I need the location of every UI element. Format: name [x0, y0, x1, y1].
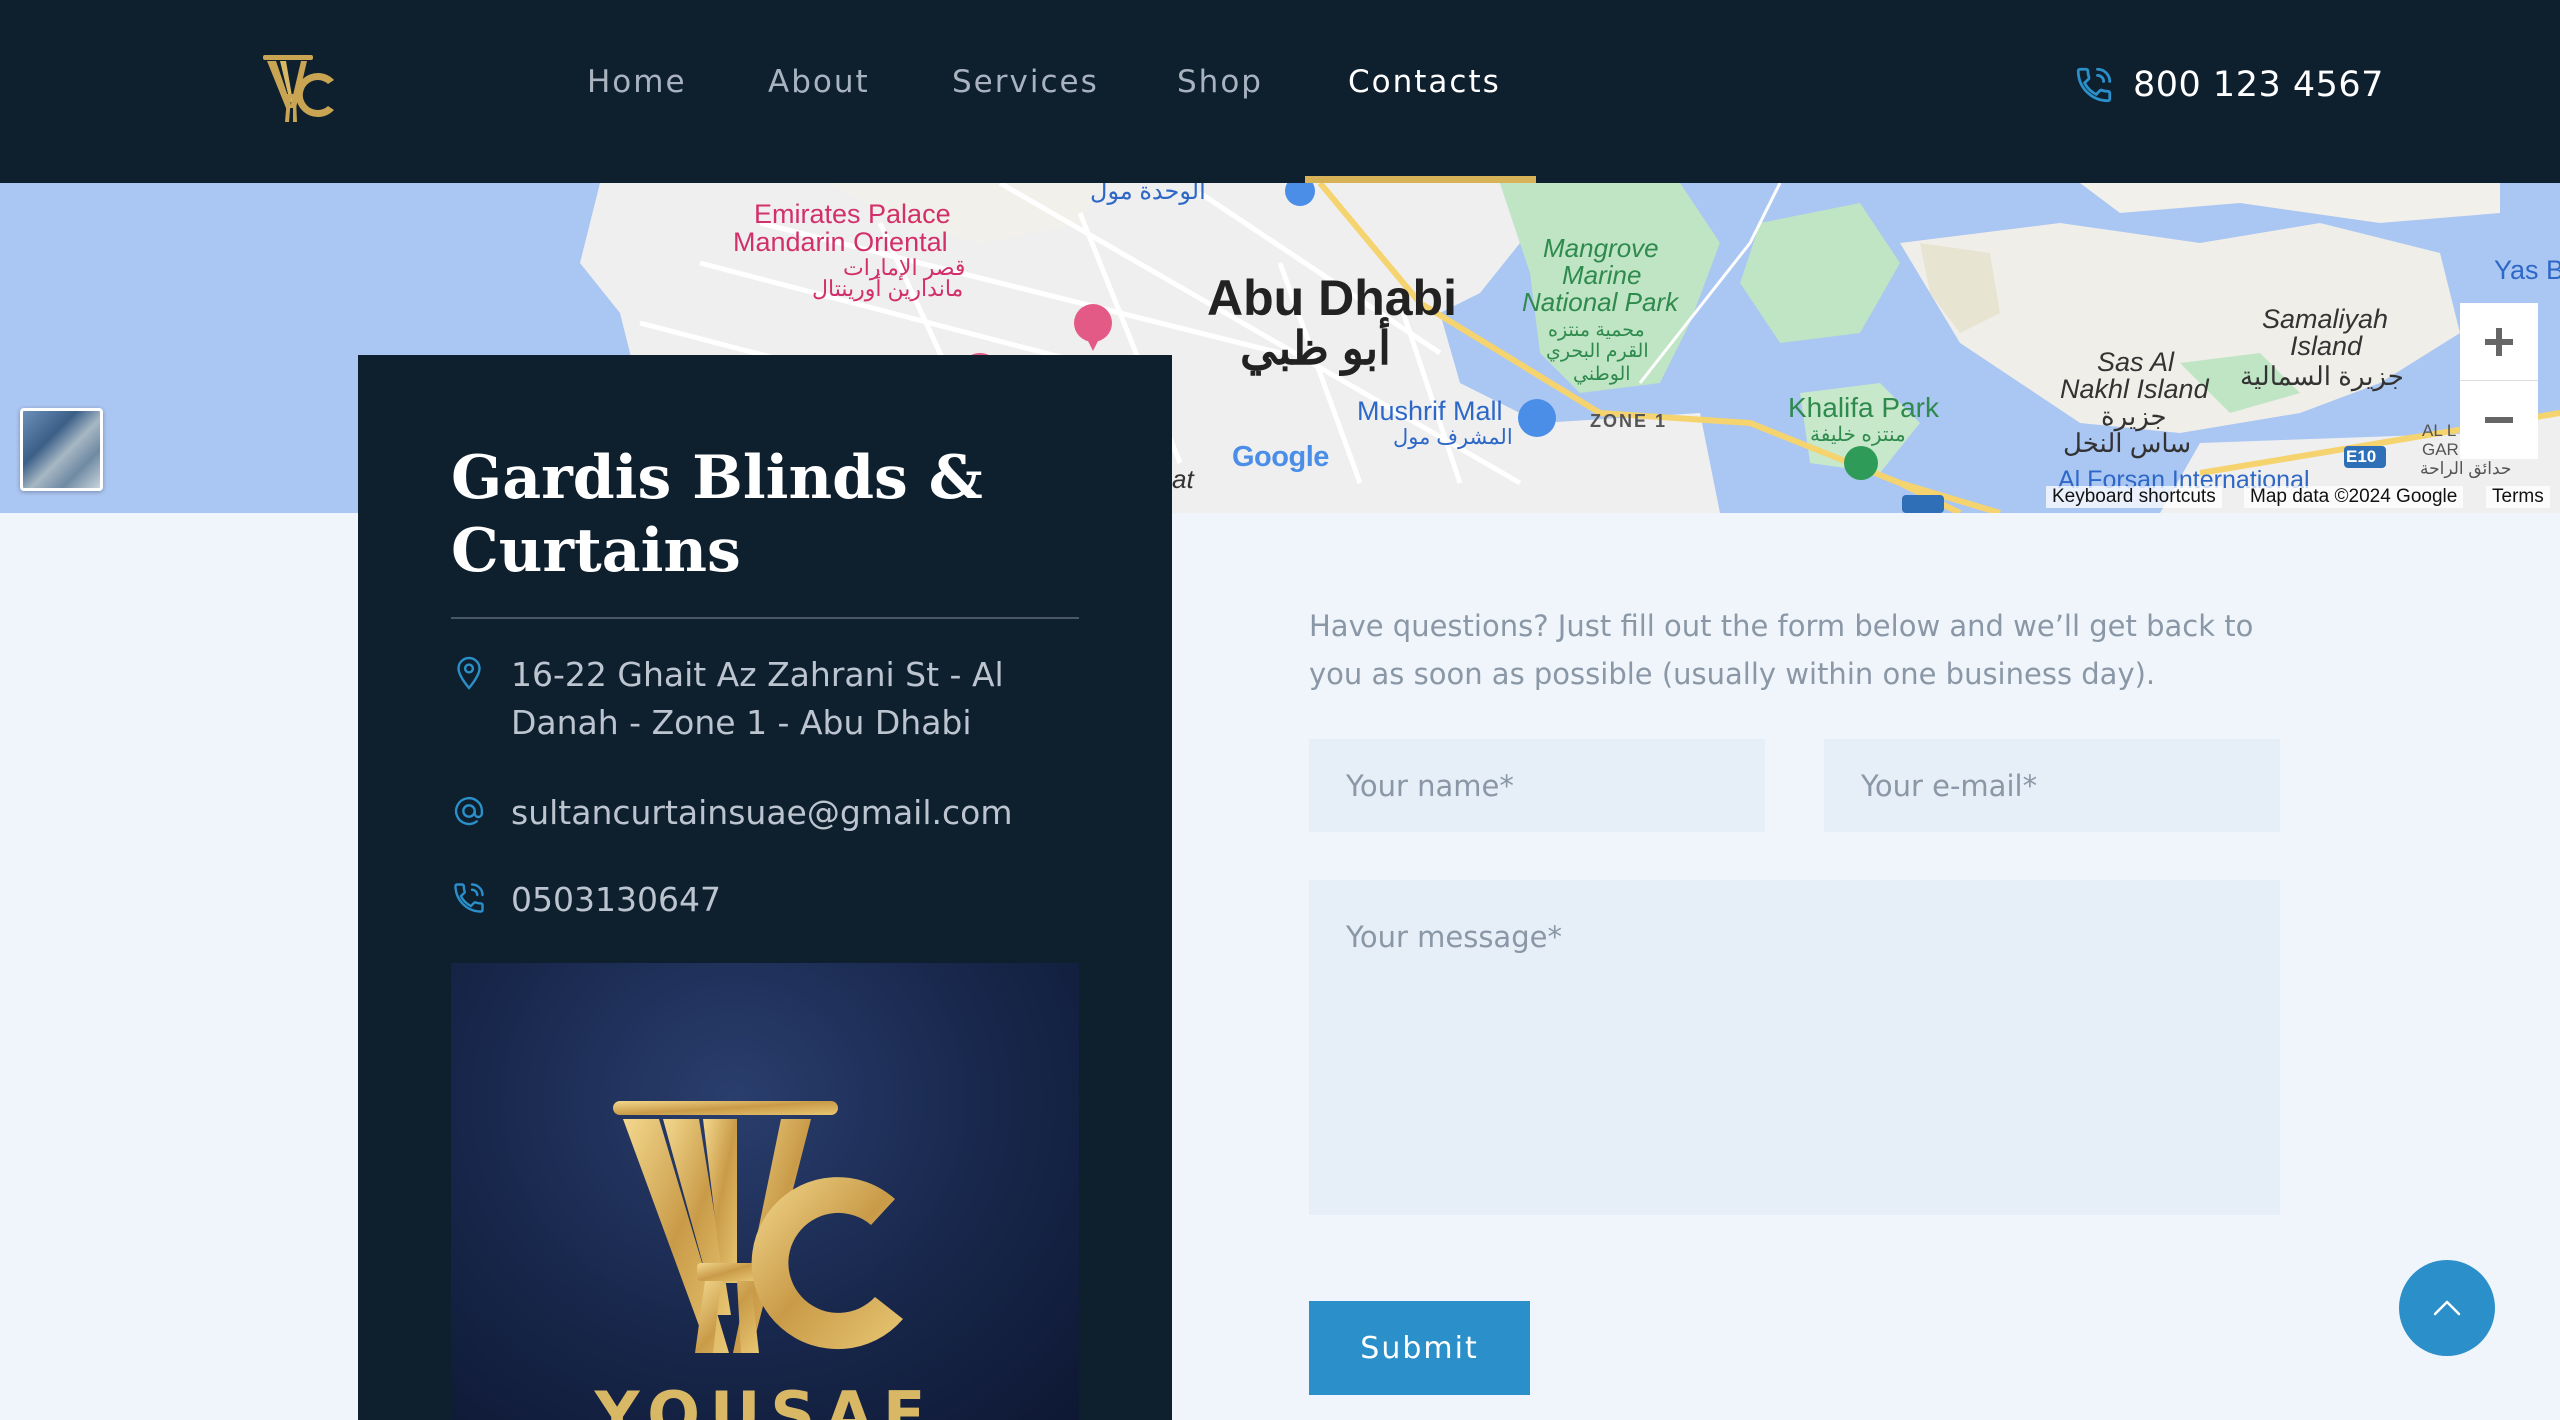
map-label-mangrove-ar-1: محمية منتزه — [1548, 320, 1645, 341]
map-label-mangrove-3: National Park — [1522, 287, 1679, 317]
map-label-mangrove-ar-3: الوطني — [1573, 364, 1631, 385]
minus-icon — [2485, 417, 2513, 423]
map-label-hadaiq-ar: حدائق الراحة — [2420, 459, 2512, 478]
map-label-abu-dhabi-ar: أبو ظبي — [1240, 322, 1391, 374]
submit-button[interactable]: Submit — [1309, 1301, 1530, 1395]
map-label-sas-al-ar-2: ساس النخل — [2063, 428, 2192, 458]
google-logo: Google — [1232, 441, 1329, 473]
email-row: sultancurtainsuae@gmail.com — [451, 789, 1012, 837]
phone-icon — [454, 883, 484, 913]
map-label-al-gar: AL L GAR — [2422, 421, 2459, 459]
phone-link[interactable]: 0503130647 — [511, 876, 721, 924]
logo-wordmark: YOUSAF — [594, 1378, 936, 1420]
satellite-view-toggle[interactable] — [20, 408, 103, 491]
map-label-samaliyah-2: Island — [2290, 331, 2363, 361]
nav-contacts[interactable]: Contacts — [1348, 64, 1501, 100]
map-label-samaliyah-ar: جزيرة السمالية — [2240, 361, 2404, 391]
map-data-attribution: Map data ©2024 Google — [2244, 486, 2464, 508]
map-label-mandarin-oriental: Mandarin Oriental — [733, 227, 948, 257]
curtain-logo-graphic — [613, 1101, 903, 1353]
card-divider — [451, 617, 1079, 619]
nav-home[interactable]: Home — [587, 64, 687, 100]
map-label-mandarin-ar: ماندارين أورينتال — [812, 276, 964, 301]
map-label-khalifa-park: Khalifa Park — [1788, 392, 1939, 423]
map-terms-link[interactable]: Terms — [2486, 486, 2550, 508]
at-sign-icon — [454, 796, 484, 826]
zoom-out-button[interactable] — [2460, 381, 2538, 459]
contact-card: Gardis Blinds & Curtains 16-22 Ghait Az … — [358, 355, 1172, 1420]
map-keyboard-shortcuts-link[interactable]: Keyboard shortcuts — [2046, 486, 2222, 508]
message-textarea[interactable] — [1309, 880, 2280, 1215]
scroll-to-top-button[interactable] — [2399, 1260, 2495, 1356]
chevron-up-icon — [2433, 1300, 2461, 1316]
company-name: Gardis Blinds & Curtains — [451, 443, 983, 586]
map-label-e10: E10 — [2346, 447, 2377, 466]
nav-shop[interactable]: Shop — [1177, 64, 1263, 100]
map-label-abu-dhabi: Abu Dhabi — [1207, 270, 1457, 326]
active-nav-indicator — [1305, 176, 1536, 183]
brand-logo[interactable] — [258, 52, 336, 124]
address-text: 16-22 Ghait Az Zahrani St - Al Danah - Z… — [511, 655, 1004, 742]
phone-icon — [2076, 67, 2112, 103]
site-header: Home About Services Shop Contacts 800 12… — [0, 0, 2560, 183]
email-input[interactable] — [1824, 739, 2280, 832]
nav-services[interactable]: Services — [952, 64, 1099, 100]
phone-row: 0503130647 — [451, 876, 721, 924]
map-label-mushrif-mall-ar: المشرف مول — [1393, 426, 1513, 449]
location-pin-icon — [457, 656, 481, 690]
form-intro-text: Have questions? Just fill out the form b… — [1309, 609, 2254, 691]
map-label-khalifa-park-ar: منتزه خليفة — [1810, 424, 1906, 446]
email-link[interactable]: sultancurtainsuae@gmail.com — [511, 789, 1012, 837]
map-label-mangrove-ar-2: القرم البحري — [1546, 341, 1649, 362]
header-phone-number[interactable]: 800 123 4567 — [2133, 65, 2384, 105]
map-label-mushrif-mall: Mushrif Mall — [1357, 396, 1503, 426]
plus-icon — [2485, 327, 2513, 356]
name-input[interactable] — [1309, 739, 1765, 832]
address-row: 16-22 Ghait Az Zahrani St - Al Danah - Z… — [451, 651, 1031, 747]
nav-about[interactable]: About — [768, 64, 870, 100]
map-label-yas: Yas B — [2494, 255, 2560, 285]
map-label-zone-1: ZONE 1 — [1590, 411, 1668, 431]
company-logo-image: YOUSAF — [451, 963, 1079, 1420]
map-label-wahda-mall: الوحدة مول — [1090, 183, 1206, 205]
header-phone[interactable]: 800 123 4567 — [2073, 64, 2384, 106]
map-label-emirates-palace: Emirates Palace — [754, 199, 951, 229]
map-label-edge: at — [1172, 464, 1194, 494]
zoom-in-button[interactable] — [2460, 303, 2538, 381]
